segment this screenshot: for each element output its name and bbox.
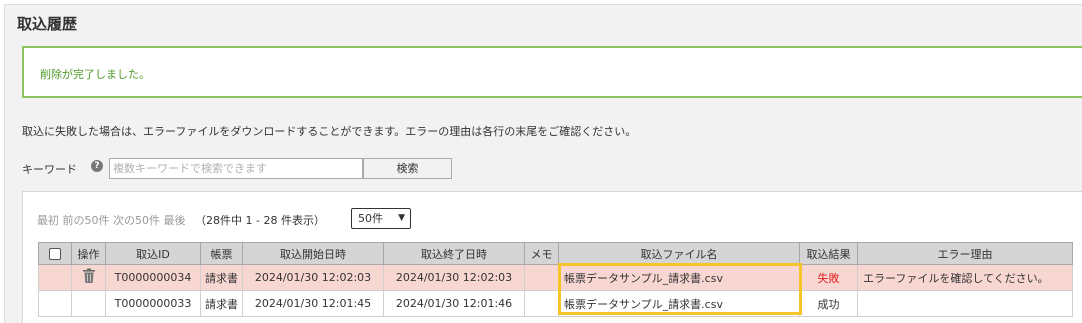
row-file[interactable]: 帳票データサンプル_請求書.csv — [558, 264, 800, 291]
table-header-row: 操作 取込ID 帳票 取込開始日時 取込終了日時 メモ 取込ファイル名 取込結果… — [38, 242, 1073, 265]
row-select — [38, 264, 72, 291]
pagination: 最初 前の50件 次の50件 最後 （28件中 1 - 28 件表示） — [37, 212, 325, 228]
header-start[interactable]: 取込開始日時 — [242, 242, 384, 265]
pager-last-link[interactable]: 最後 — [164, 214, 186, 227]
pager-first-link[interactable]: 最初 — [37, 214, 59, 227]
import-history-page: 取込履歴 削除が完了しました。 取込に失敗した場合は、エラーファイルをダウンロー… — [4, 4, 1082, 323]
row-select — [38, 290, 72, 317]
row-result: 成功 — [799, 290, 858, 317]
alert-message: 削除が完了しました。 — [40, 68, 150, 81]
info-text: 取込に失敗した場合は、エラーファイルをダウンロードすることができます。エラーの理… — [22, 125, 637, 138]
row-end: 2024/01/30 12:02:03 — [383, 264, 525, 291]
pager-next-link[interactable]: 次の50件 — [113, 214, 160, 227]
header-action: 操作 — [71, 242, 106, 265]
header-error[interactable]: エラー理由 — [857, 242, 1073, 265]
page-size-value: 50件 — [358, 212, 383, 225]
header-select-all — [38, 242, 72, 265]
header-memo[interactable]: メモ — [524, 242, 559, 265]
select-all-checkbox[interactable] — [49, 248, 61, 260]
row-result: 失敗 — [799, 264, 858, 291]
chevron-down-icon: ▼ — [398, 213, 405, 223]
results-panel: 最初 前の50件 次の50件 最後 （28件中 1 - 28 件表示） 50件 … — [22, 191, 1082, 323]
row-id: T0000000033 — [105, 290, 201, 317]
header-file[interactable]: 取込ファイル名 — [558, 242, 800, 265]
trash-icon[interactable] — [82, 268, 96, 287]
import-history-table: 操作 取込ID 帳票 取込開始日時 取込終了日時 メモ 取込ファイル名 取込結果… — [38, 242, 1073, 317]
row-action — [71, 290, 106, 317]
row-error: エラーファイルを確認してください。 — [857, 264, 1073, 291]
row-error — [857, 290, 1073, 317]
header-id[interactable]: 取込ID — [105, 242, 201, 265]
table-row[interactable]: T0000000034 請求書 2024/01/30 12:02:03 2024… — [38, 264, 1073, 291]
header-form[interactable]: 帳票 — [200, 242, 243, 265]
row-end: 2024/01/30 12:01:46 — [383, 290, 525, 317]
row-id: T0000000034 — [105, 264, 201, 291]
row-file[interactable]: 帳票データサンプル_請求書.csv — [558, 290, 800, 317]
row-memo — [524, 290, 559, 317]
keyword-search-input[interactable] — [109, 158, 363, 179]
header-end[interactable]: 取込終了日時 — [383, 242, 525, 265]
question-circle-icon[interactable]: ? — [91, 160, 103, 172]
table-row[interactable]: T0000000033 請求書 2024/01/30 12:01:45 2024… — [38, 290, 1073, 317]
row-form: 請求書 — [200, 264, 243, 291]
row-action — [71, 264, 106, 291]
page-title: 取込履歴 — [17, 15, 78, 33]
success-alert: 削除が完了しました。 — [22, 46, 1082, 98]
row-form: 請求書 — [200, 290, 243, 317]
row-memo — [524, 264, 559, 291]
search-button[interactable]: 検索 — [363, 158, 452, 179]
keyword-label: キーワード — [22, 163, 77, 176]
pager-prev-link[interactable]: 前の50件 — [63, 214, 110, 227]
pager-summary: （28件中 1 - 28 件表示） — [195, 214, 325, 227]
page-size-select[interactable]: 50件 ▼ — [351, 208, 411, 229]
header-result[interactable]: 取込結果 — [799, 242, 858, 265]
row-start: 2024/01/30 12:01:45 — [242, 290, 384, 317]
row-start: 2024/01/30 12:02:03 — [242, 264, 384, 291]
